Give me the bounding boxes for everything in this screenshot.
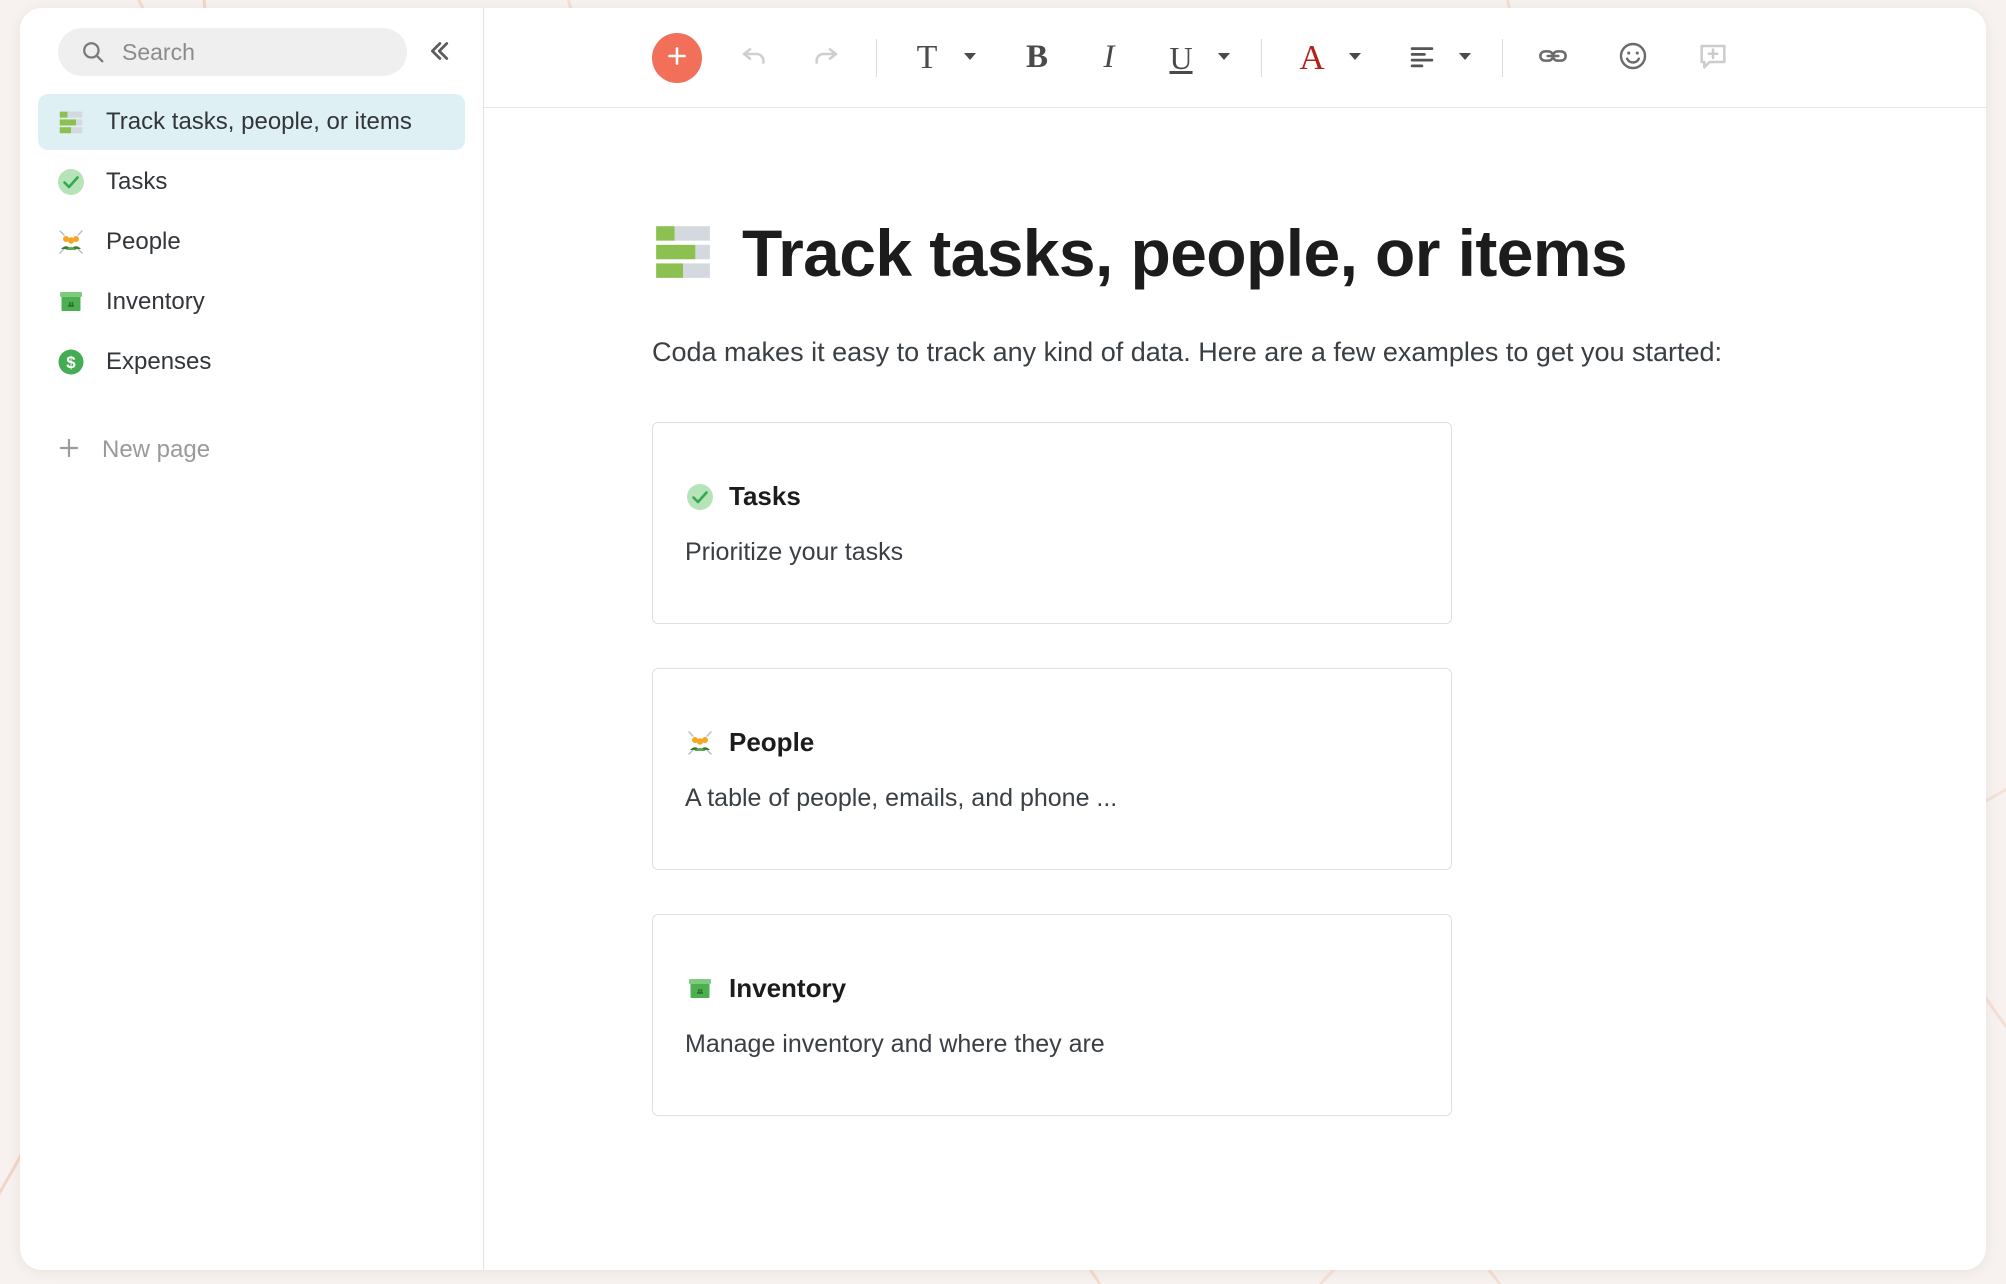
toolbar-divider	[876, 39, 877, 77]
card-inventory[interactable]: Inventory Manage inventory and where the…	[652, 914, 1452, 1116]
card-header: Tasks	[685, 481, 1419, 512]
people-group-icon	[685, 728, 715, 758]
document-intro-paragraph[interactable]: Coda makes it easy to track any kind of …	[652, 333, 1762, 372]
font-color-dropdown-button[interactable]	[1340, 30, 1370, 86]
align-button[interactable]	[1394, 30, 1450, 86]
insert-link-button[interactable]	[1525, 30, 1581, 86]
collapse-sidebar-button[interactable]	[415, 29, 461, 75]
chevron-down-icon	[1347, 48, 1363, 67]
underline-button[interactable]: U	[1153, 30, 1209, 86]
italic-button[interactable]: I	[1081, 30, 1137, 86]
card-title: Tasks	[729, 481, 801, 512]
sidebar-item-expenses[interactable]: $ Expenses	[38, 334, 465, 390]
sidebar-item-tasks[interactable]: Tasks	[38, 154, 465, 210]
card-people[interactable]: People A table of people, emails, and ph…	[652, 668, 1452, 870]
sidebar-item-label: Track tasks, people, or items	[106, 108, 412, 136]
green-box-icon	[685, 974, 715, 1004]
page-list: Track tasks, people, or items Tasks	[20, 94, 483, 478]
insert-emoji-button[interactable]	[1605, 30, 1661, 86]
document: Track tasks, people, or items Coda makes…	[484, 108, 1986, 1116]
plus-icon	[664, 43, 690, 72]
chevron-down-icon	[1457, 48, 1473, 67]
bar-list-icon[interactable]	[652, 220, 714, 287]
document-title-row: Track tasks, people, or items	[652, 218, 1892, 289]
green-box-icon	[56, 287, 86, 317]
search-box[interactable]	[58, 28, 407, 76]
card-title: People	[729, 727, 814, 758]
people-group-icon	[56, 227, 86, 257]
redo-icon	[810, 40, 842, 75]
sidebar-item-track-tasks-people-or-items[interactable]: Track tasks, people, or items	[38, 94, 465, 150]
sidebar-item-inventory[interactable]: Inventory	[38, 274, 465, 330]
sidebar-item-label: Tasks	[106, 168, 167, 196]
main-content: T B I U	[484, 8, 1986, 1270]
sidebar-header	[20, 24, 483, 80]
sidebar-item-label: Expenses	[106, 348, 211, 376]
new-page-label: New page	[102, 436, 210, 464]
card-header: Inventory	[685, 973, 1419, 1004]
card-description: A table of people, emails, and phone ...	[685, 784, 1419, 813]
text-style-dropdown-button[interactable]	[955, 30, 985, 86]
sidebar: Track tasks, people, or items Tasks	[20, 8, 484, 1270]
align-dropdown-button[interactable]	[1450, 30, 1480, 86]
sidebar-item-label: People	[106, 228, 181, 256]
add-block-button[interactable]	[652, 33, 702, 83]
toolbar-divider	[1502, 39, 1503, 77]
bar-list-icon	[56, 107, 86, 137]
font-color-label: A	[1299, 40, 1324, 75]
comment-plus-icon	[1697, 40, 1729, 75]
chevron-down-icon	[962, 48, 978, 67]
sidebar-item-label: Inventory	[106, 288, 205, 316]
plus-icon	[56, 435, 82, 466]
card-description: Manage inventory and where they are	[685, 1030, 1419, 1059]
chevron-down-icon	[1216, 48, 1232, 67]
emoji-smiley-icon	[1617, 40, 1649, 75]
editor-toolbar: T B I U	[484, 8, 1986, 108]
align-left-icon	[1407, 41, 1437, 74]
chevron-double-left-icon	[423, 36, 453, 69]
text-style-label: T	[917, 41, 938, 75]
search-input[interactable]	[122, 39, 389, 66]
dollar-circle-icon: $	[56, 347, 86, 377]
card-tasks[interactable]: Tasks Prioritize your tasks	[652, 422, 1452, 624]
add-comment-button[interactable]	[1685, 30, 1741, 86]
sidebar-item-people[interactable]: People	[38, 214, 465, 270]
new-page-button[interactable]: New page	[38, 422, 465, 478]
green-check-circle-icon	[685, 482, 715, 512]
green-check-circle-icon	[56, 167, 86, 197]
font-color-button[interactable]: A	[1284, 30, 1340, 86]
toolbar-divider	[1261, 39, 1262, 77]
app-window: Track tasks, people, or items Tasks	[20, 8, 1986, 1270]
link-icon	[1537, 40, 1569, 75]
bold-label: B	[1026, 41, 1048, 74]
search-icon	[80, 39, 106, 65]
card-description: Prioritize your tasks	[685, 538, 1419, 567]
card-title: Inventory	[729, 973, 846, 1004]
undo-button[interactable]	[726, 30, 782, 86]
redo-button[interactable]	[798, 30, 854, 86]
document-scroll-area[interactable]: Track tasks, people, or items Coda makes…	[484, 108, 1986, 1270]
svg-text:$: $	[66, 353, 76, 372]
undo-icon	[738, 40, 770, 75]
underline-dropdown-button[interactable]	[1209, 30, 1239, 86]
card-header: People	[685, 727, 1419, 758]
underline-label: U	[1169, 42, 1192, 74]
bold-button[interactable]: B	[1009, 30, 1065, 86]
text-style-button[interactable]: T	[899, 30, 955, 86]
page-title[interactable]: Track tasks, people, or items	[742, 218, 1627, 289]
italic-label: I	[1104, 41, 1115, 74]
